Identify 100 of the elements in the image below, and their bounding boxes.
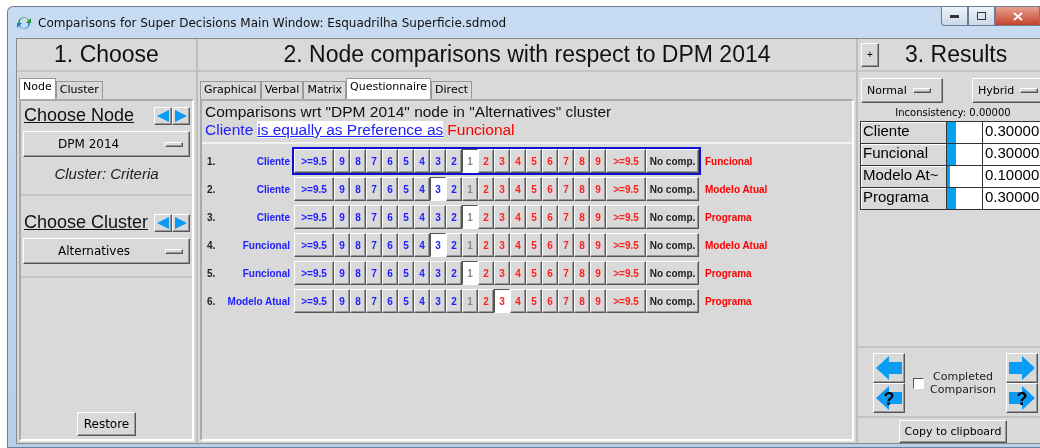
maximize-button[interactable] xyxy=(968,7,995,26)
scale-button[interactable]: 4 xyxy=(414,149,430,173)
scale-button[interactable]: 4 xyxy=(510,233,526,257)
scale-button[interactable]: 5 xyxy=(398,205,414,229)
scale-button[interactable]: 1 xyxy=(462,205,478,229)
scale-button[interactable]: 4 xyxy=(510,289,526,313)
copy-button[interactable]: Copy to clipboard xyxy=(898,420,1008,443)
next-help-button[interactable]: ? xyxy=(1006,383,1038,413)
scale-button[interactable]: 6 xyxy=(382,233,398,257)
scale-button[interactable]: 4 xyxy=(510,261,526,285)
scale-button[interactable]: 2 xyxy=(446,205,462,229)
scale-button[interactable]: >=9.5 xyxy=(294,289,334,313)
scale-button[interactable]: 4 xyxy=(510,149,526,173)
scale-button[interactable]: 2 xyxy=(446,261,462,285)
tab[interactable]: Verbal xyxy=(260,81,304,99)
expand-button[interactable]: + xyxy=(861,42,879,67)
scale-button[interactable]: 2 xyxy=(446,149,462,173)
scale-button[interactable]: 7 xyxy=(366,289,382,313)
scale-button[interactable]: 4 xyxy=(510,177,526,201)
scale-button[interactable]: >=9.5 xyxy=(294,205,334,229)
previous-node-button[interactable] xyxy=(154,106,172,125)
scale-button[interactable]: 3 xyxy=(430,177,446,201)
scale-button[interactable]: 4 xyxy=(414,289,430,313)
scale-button[interactable]: 7 xyxy=(366,261,382,285)
next-button[interactable] xyxy=(1006,353,1038,383)
scale-button[interactable]: >=9.5 xyxy=(294,149,334,173)
verdict-link[interactable]: is equally as Preference as xyxy=(257,121,444,138)
scale-button[interactable]: 5 xyxy=(398,289,414,313)
scale-button[interactable]: 1 xyxy=(462,261,478,285)
scale-button[interactable]: 6 xyxy=(382,177,398,201)
tab[interactable]: Direct xyxy=(431,81,472,99)
scale-button[interactable]: 6 xyxy=(382,261,398,285)
scale-button[interactable]: 1 xyxy=(462,149,478,173)
next-node-button[interactable] xyxy=(172,106,190,125)
scale-button[interactable]: 4 xyxy=(414,261,430,285)
left-node-name: Cliente xyxy=(255,211,291,223)
tab[interactable]: Graphical xyxy=(200,81,261,99)
scale-button[interactable]: 5 xyxy=(398,149,414,173)
scale-button[interactable]: 9 xyxy=(334,205,350,229)
cluster-dropdown[interactable]: Alternatives xyxy=(23,238,190,264)
result-value: 0.10000 xyxy=(983,166,1040,188)
scale-button[interactable]: 4 xyxy=(414,233,430,257)
scale-button[interactable]: 4 xyxy=(414,177,430,201)
scale-button[interactable]: 7 xyxy=(366,149,382,173)
close-button[interactable] xyxy=(995,7,1040,26)
scale-button[interactable]: 3 xyxy=(430,261,446,285)
minimize-button[interactable] xyxy=(941,7,968,26)
scale-button[interactable]: 7 xyxy=(366,233,382,257)
scale-button[interactable]: 5 xyxy=(398,233,414,257)
scale-button[interactable]: No comp. xyxy=(646,205,699,229)
scale-button[interactable]: 9 xyxy=(334,261,350,285)
scale-button[interactable]: 8 xyxy=(350,177,366,201)
scale-button[interactable]: No comp. xyxy=(646,233,699,257)
scale-button[interactable]: 2 xyxy=(446,233,462,257)
scale-button[interactable]: >=9.5 xyxy=(294,177,334,201)
method-dropdown[interactable]: Hybrid xyxy=(972,78,1040,103)
scale-button[interactable]: 9 xyxy=(334,233,350,257)
scale-button[interactable]: 8 xyxy=(350,261,366,285)
scale-button[interactable]: 8 xyxy=(350,205,366,229)
tab[interactable]: Node xyxy=(19,78,56,99)
scale-button[interactable]: 5 xyxy=(398,261,414,285)
scale-button[interactable]: 8 xyxy=(350,289,366,313)
tab[interactable]: Questionnaire xyxy=(346,78,432,99)
scale-button[interactable]: 4 xyxy=(510,205,526,229)
mode-dropdown[interactable]: Normal xyxy=(861,78,943,103)
scale-button[interactable]: >=9.5 xyxy=(294,261,334,285)
scale-button[interactable]: 3 xyxy=(494,289,510,313)
restore-button[interactable]: Restore xyxy=(76,412,137,436)
scale-button[interactable]: 3 xyxy=(430,289,446,313)
previous-help-button[interactable]: ? xyxy=(873,383,905,413)
node-dropdown[interactable]: DPM 2014 xyxy=(23,131,190,157)
scale-button[interactable]: 6 xyxy=(382,149,398,173)
scale-button[interactable]: No comp. xyxy=(646,261,699,285)
scale-button[interactable]: 8 xyxy=(350,149,366,173)
scale-button[interactable]: 3 xyxy=(430,233,446,257)
scale-button[interactable]: 7 xyxy=(366,205,382,229)
scale-button[interactable]: 6 xyxy=(382,289,398,313)
scale-button[interactable]: No comp. xyxy=(646,289,699,313)
scale-button[interactable]: 3 xyxy=(430,205,446,229)
tab[interactable]: Cluster xyxy=(55,81,103,99)
completed-checkbox[interactable] xyxy=(913,377,924,389)
scale-button[interactable]: No comp. xyxy=(646,149,699,173)
scale-button[interactable]: 9 xyxy=(334,289,350,313)
scale-button[interactable]: 6 xyxy=(382,205,398,229)
scale-button[interactable]: 3 xyxy=(430,149,446,173)
scale-button[interactable]: 2 xyxy=(446,177,462,201)
scale-button[interactable]: 5 xyxy=(398,177,414,201)
next-cluster-button[interactable] xyxy=(172,213,190,232)
scale-button[interactable]: >=9.5 xyxy=(294,233,334,257)
scale-button[interactable]: 2 xyxy=(446,289,462,313)
scale-button[interactable]: 4 xyxy=(414,205,430,229)
tab[interactable]: Matrix xyxy=(303,81,347,99)
scale-button[interactable]: 7 xyxy=(366,177,382,201)
scale-button[interactable]: 8 xyxy=(350,233,366,257)
scale-button[interactable]: 9 xyxy=(334,149,350,173)
previous-button[interactable] xyxy=(873,353,905,383)
row-number: 2. xyxy=(206,183,217,195)
previous-cluster-button[interactable] xyxy=(154,213,172,232)
scale-button[interactable]: No comp. xyxy=(646,177,699,201)
scale-button[interactable]: 9 xyxy=(334,177,350,201)
